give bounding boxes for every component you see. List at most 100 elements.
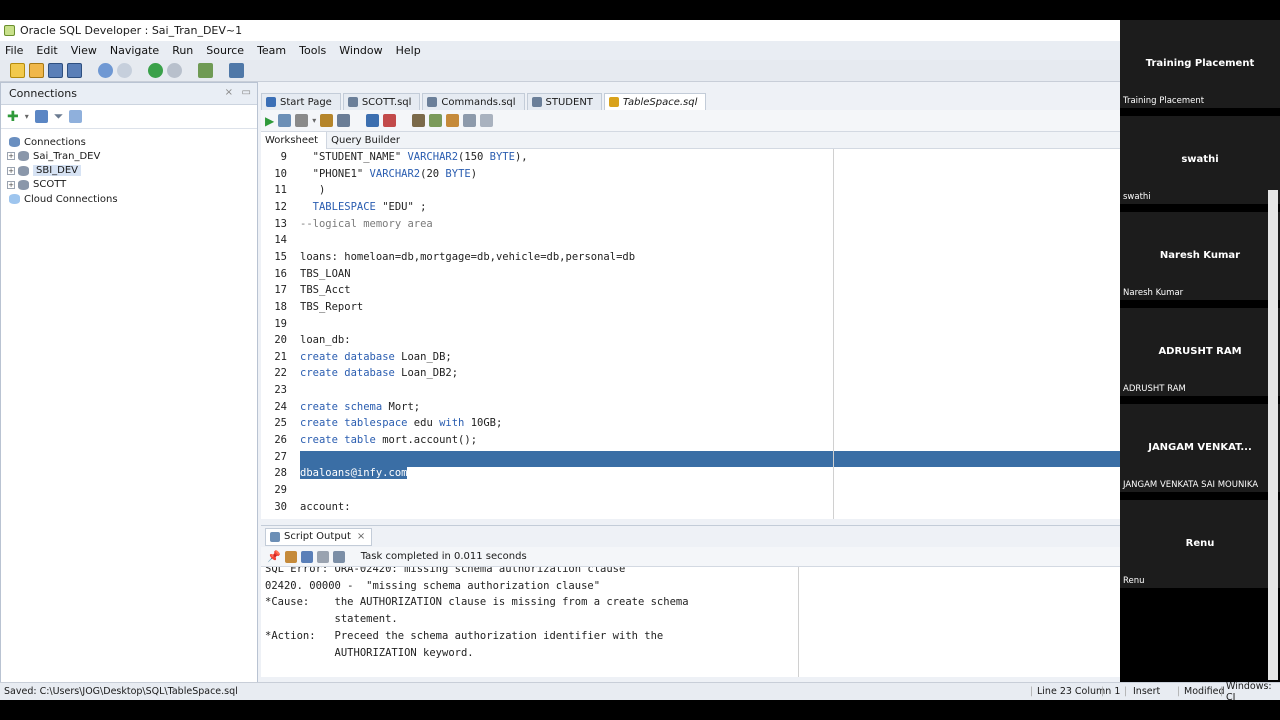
undo-icon[interactable] (98, 63, 113, 78)
participant-tile[interactable]: ADRUSHT RAM ADRUSHT RAM (1120, 308, 1280, 396)
worksheet-subtabs: Worksheet Query Builder (261, 131, 1120, 149)
menu-tools[interactable]: Tools (299, 44, 326, 57)
sql-history-icon[interactable] (463, 114, 477, 127)
menu-window[interactable]: Window (339, 44, 382, 57)
menu-edit[interactable]: Edit (36, 44, 57, 57)
code-line[interactable]: create tablespace edu with 10GB; (300, 417, 502, 429)
chevron-down-icon[interactable]: ▾ (25, 112, 29, 121)
to-upper-icon[interactable] (429, 114, 443, 127)
code-line[interactable]: TABLESPACE "EDU" ; (300, 201, 427, 213)
line-number: 13 (274, 217, 287, 230)
pin-icon[interactable]: 📌 (267, 550, 281, 563)
code-line[interactable]: ) (300, 184, 325, 196)
save-all-icon[interactable] (67, 63, 82, 78)
tab-student[interactable]: STUDENT (526, 93, 602, 110)
code-line[interactable]: --logical memory area (300, 218, 433, 230)
close-icon[interactable]: × (357, 531, 365, 542)
sql-worksheet-icon[interactable] (198, 63, 213, 78)
code-token: database (344, 367, 395, 380)
tab-query-builder[interactable]: Query Builder (327, 135, 408, 146)
tree-item[interactable]: Cloud Connections (7, 192, 247, 206)
save-icon[interactable] (48, 63, 63, 78)
refresh-icon[interactable] (34, 110, 48, 123)
participants-scrollbar[interactable] (1268, 190, 1278, 680)
sql-tuning-icon[interactable] (480, 114, 494, 127)
code-line[interactable]: loans: homeloan=db,mortgage=db,vehicle=d… (300, 251, 635, 263)
forward-icon[interactable] (167, 63, 182, 78)
tree-item[interactable]: + SBI_DEV (7, 164, 247, 178)
tab-commands-sql[interactable]: Commands.sql (422, 93, 525, 110)
tab-worksheet[interactable]: Worksheet (261, 131, 328, 149)
code-line[interactable]: account: (300, 501, 351, 513)
expand-icon[interactable]: + (7, 166, 15, 175)
tab-script-output[interactable]: Script Output × (265, 527, 373, 546)
add-connection-icon[interactable]: ✚ (7, 109, 19, 125)
tree-item[interactable]: + Sai_Tran_DEV (7, 149, 247, 163)
redo-icon[interactable] (117, 63, 132, 78)
run-statement-icon[interactable]: ▶ (265, 114, 274, 128)
expand-icon[interactable]: + (7, 152, 15, 161)
buffer-size-icon[interactable] (332, 550, 345, 563)
expand-icon[interactable]: + (7, 180, 15, 189)
code-line[interactable]: dbaloans@infy.com (300, 467, 408, 480)
monitor-icon[interactable] (229, 63, 244, 78)
code-line[interactable]: create database Loan_DB; (300, 351, 452, 363)
output-line: 02420. 00000 - "missing schema authoriza… (265, 579, 601, 592)
minimize-icon[interactable]: ▭ (242, 87, 251, 98)
participant-tile[interactable]: Renu Renu (1120, 500, 1280, 588)
database-icon (18, 179, 29, 190)
open-folder-icon[interactable] (29, 63, 44, 78)
tab-start-page[interactable]: Start Page (261, 93, 341, 110)
menu-file[interactable]: File (5, 44, 23, 57)
menu-source[interactable]: Source (206, 44, 244, 57)
line-number-gutter: 9 10 11 12 13 14 15 16 17 18 19 20 21 22 23 24 25 26 27 28 2… (261, 149, 289, 519)
commit-icon[interactable] (295, 114, 309, 127)
menu-help[interactable]: Help (396, 44, 421, 57)
menu-run[interactable]: Run (172, 44, 193, 57)
status-bar: Saved: C:\Users\JOG\Desktop\SQL\TableSpa… (0, 681, 1280, 703)
code-line[interactable]: create schema Mort; (300, 401, 420, 413)
rollback-icon[interactable] (383, 114, 397, 127)
code-line[interactable]: TBS_Acct (300, 284, 351, 296)
menu-navigate[interactable]: Navigate (110, 44, 159, 57)
commit-transaction-icon[interactable] (366, 114, 380, 127)
line-number: 18 (274, 300, 287, 313)
eraser-icon[interactable] (284, 550, 297, 563)
tab-tablespace-sql[interactable]: TableSpace.sql (603, 93, 707, 110)
code-line[interactable]: TBS_LOAN (300, 268, 351, 280)
unshared-sql-icon[interactable] (412, 114, 426, 127)
close-icon[interactable]: × (225, 87, 233, 98)
run-script-icon[interactable] (278, 114, 292, 127)
autotrace-icon[interactable] (337, 114, 351, 127)
schema-browser-icon[interactable] (69, 110, 83, 123)
filter-icon[interactable]: ⏷ (54, 109, 64, 124)
menu-view[interactable]: View (71, 44, 97, 57)
eraser-icon[interactable] (446, 114, 460, 127)
sql-editor[interactable]: 9 10 11 12 13 14 15 16 17 18 19 20 21 22 23 24 25 26 27 28 2… (261, 149, 1120, 519)
explain-plan-icon[interactable] (320, 114, 334, 127)
output-line: *Action: Preceed the schema authorizatio… (265, 629, 664, 642)
new-file-icon[interactable] (10, 63, 25, 78)
menu-team[interactable]: Team (257, 44, 286, 57)
line-number: 24 (274, 400, 287, 413)
save-icon[interactable] (300, 550, 313, 563)
print-icon[interactable] (316, 550, 329, 563)
code-line[interactable]: create table mort.account(); (300, 434, 477, 446)
code-line[interactable]: TBS_Report (300, 301, 363, 313)
code-line[interactable]: "STUDENT_NAME" VARCHAR2(150 BYTE), (300, 151, 528, 163)
participant-tile[interactable]: swathi swathi (1120, 116, 1280, 204)
chevron-down-icon[interactable]: ▾ (312, 116, 316, 125)
code-line[interactable]: loan_db: (300, 334, 351, 346)
participant-tile[interactable]: JANGAM VENKAT... JANGAM VENKATA SAI MOUNI… (1120, 404, 1280, 492)
tree-item[interactable]: Connections (7, 135, 247, 149)
code-token: "PHONE1" (300, 167, 370, 180)
tab-scott-sql[interactable]: SCOTT.sql (342, 93, 421, 110)
script-output-body[interactable]: SQL Error: ORA-02420: missing schema aut… (261, 567, 1120, 677)
participant-tile[interactable]: Training Placement Training Placement (1120, 20, 1280, 108)
code-line[interactable]: "PHONE1" VARCHAR2(20 BYTE) (300, 168, 477, 180)
tree-item[interactable]: + SCOTT (7, 178, 247, 192)
code-line[interactable]: create database Loan_DB2; (300, 367, 458, 379)
back-icon[interactable] (148, 63, 163, 78)
participant-tile[interactable]: Naresh Kumar Naresh Kumar (1120, 212, 1280, 300)
participant-label: ADRUSHT RAM (1123, 384, 1186, 394)
